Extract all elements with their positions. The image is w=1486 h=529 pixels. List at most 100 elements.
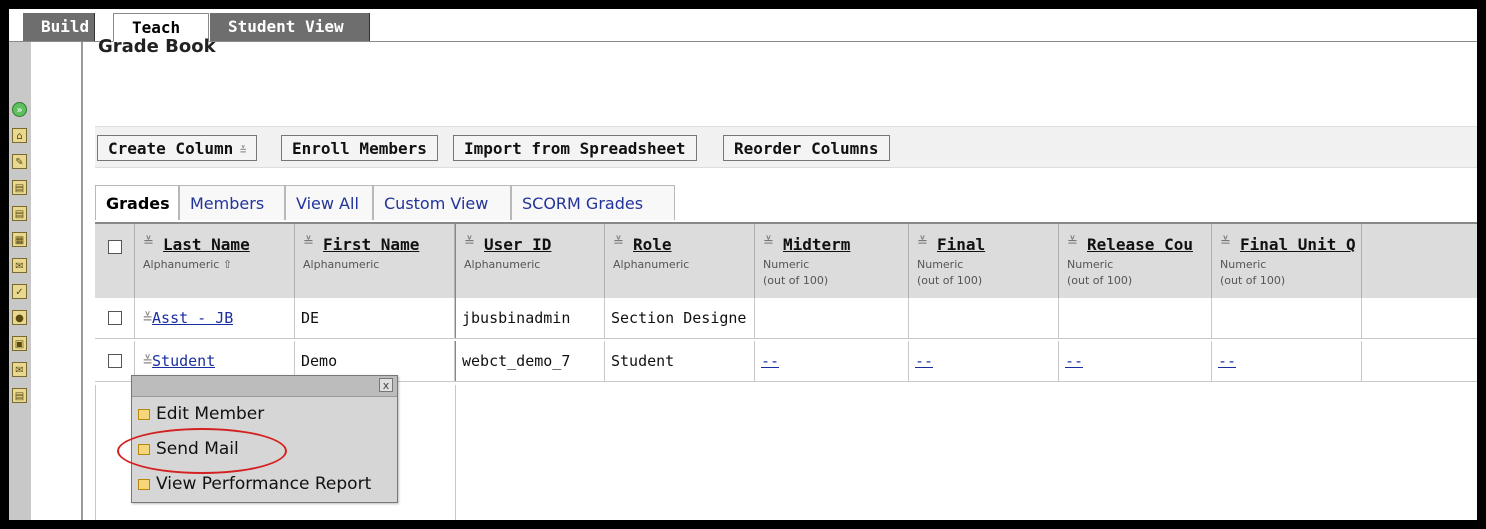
tab-bar: Build Teach Student View (9, 9, 1477, 42)
column-final-unit-quiz[interactable]: ≚ Final Unit Q Numeric (out of 100) (1212, 224, 1362, 298)
column-user-id[interactable]: ≚ User ID Alphanumeric (455, 224, 605, 298)
edit-member-icon (138, 408, 150, 420)
column-role[interactable]: ≚ Role Alphanumeric (605, 224, 755, 298)
column-type: Numeric (1220, 258, 1267, 271)
select-all-checkbox[interactable] (108, 240, 122, 254)
tab-scorm-grades[interactable]: SCORM Grades (511, 185, 675, 220)
column-max: (out of 100) (1067, 274, 1133, 287)
cell-midterm[interactable]: -- (755, 341, 909, 381)
column-first-name[interactable]: ≚ First Name Alphanumeric (295, 224, 455, 298)
highlight-circle (117, 428, 287, 474)
cell-final-unit-quiz[interactable] (1212, 298, 1362, 338)
calendar-icon[interactable]: ▦ (12, 232, 27, 247)
window-frame: Build Teach Student View » ⌂ ✎ ▤ ▤ ▦ ✉ ✓… (0, 0, 1486, 529)
sort-icon[interactable]: ≚ (143, 235, 154, 250)
gradebook-toolbar: Create Column ≚ Enroll Members Import fr… (95, 126, 1477, 168)
menu-item-view-performance-report[interactable]: View Performance Report (138, 473, 371, 495)
column-release-count[interactable]: ≚ Release Cou Numeric (out of 100) (1059, 224, 1212, 298)
pencil-icon[interactable]: ✎ (12, 154, 27, 169)
left-toolbar: » ⌂ ✎ ▤ ▤ ▦ ✉ ✓ ● ▣ ✉ ▤ (9, 42, 32, 520)
member-link[interactable]: Student (152, 352, 215, 370)
sort-icon[interactable]: ≚ (464, 235, 475, 250)
create-column-label: Create Column (108, 139, 234, 158)
tab-student-view[interactable]: Student View (210, 13, 370, 41)
column-title[interactable]: Midterm (783, 235, 850, 254)
column-title[interactable]: Final Unit Q (1240, 235, 1356, 254)
column-max: (out of 100) (1220, 274, 1286, 287)
cell-final-unit-quiz[interactable]: -- (1212, 341, 1362, 381)
tab-custom-view[interactable]: Custom View (373, 185, 511, 220)
grade-link[interactable]: -- (1065, 352, 1083, 370)
grade-link[interactable]: -- (761, 352, 779, 370)
column-midterm[interactable]: ≚ Midterm Numeric (out of 100) (755, 224, 909, 298)
column-final[interactable]: ≚ Final Numeric (out of 100) (909, 224, 1059, 298)
sort-icon[interactable]: ≚ (303, 235, 314, 250)
column-title[interactable]: Last Name (163, 235, 250, 254)
column-type: Numeric (917, 258, 964, 271)
cell-role: Section Designe (605, 298, 755, 338)
column-max: (out of 100) (917, 274, 983, 287)
sort-icon[interactable]: ≚ (613, 235, 624, 250)
column-title[interactable]: User ID (484, 235, 551, 254)
column-type: Alphanumeric (303, 258, 380, 271)
member-link[interactable]: Asst - JB (152, 309, 233, 327)
sort-icon[interactable]: ≚ (1067, 235, 1078, 250)
tab-build[interactable]: Build (23, 13, 95, 41)
menu-header: x (132, 376, 397, 397)
column-title[interactable]: Release Cou (1087, 235, 1193, 254)
column-type: Alphanumeric (464, 258, 541, 271)
cell-release-count[interactable] (1059, 298, 1212, 338)
cell-midterm[interactable] (755, 298, 909, 338)
home-icon[interactable]: ⌂ (12, 128, 27, 143)
cell-final[interactable] (909, 298, 1059, 338)
column-type: Numeric (1067, 258, 1114, 271)
grade-link[interactable]: -- (1218, 352, 1236, 370)
cell-last-name: ≚Asst - JB (135, 298, 295, 338)
column-last-name[interactable]: ≚ Last Name Alphanumeric ⇧ (135, 224, 295, 298)
cell-role: Student (605, 341, 755, 381)
row-checkbox[interactable] (108, 311, 122, 325)
row-menu-icon[interactable]: ≚Student (143, 352, 215, 370)
tab-members[interactable]: Members (179, 185, 285, 220)
pin-icon[interactable]: ✓ (12, 284, 27, 299)
tab-grades[interactable]: Grades (95, 185, 179, 220)
column-type: Alphanumeric ⇧ (143, 258, 233, 271)
row-checkbox[interactable] (108, 354, 122, 368)
clipboard-icon[interactable]: ▣ (12, 336, 27, 351)
row-menu-icon[interactable]: ≚Asst - JB (143, 309, 233, 327)
document-icon[interactable]: ▤ (12, 180, 27, 195)
import-from-spreadsheet-button[interactable]: Import from Spreadsheet (453, 135, 697, 161)
document-icon[interactable]: ▤ (12, 388, 27, 403)
cell-release-count[interactable]: -- (1059, 341, 1212, 381)
sort-icon[interactable]: ≚ (1220, 235, 1231, 250)
column-title[interactable]: Final (937, 235, 985, 254)
grade-link[interactable]: -- (915, 352, 933, 370)
column-type: Numeric (763, 258, 810, 271)
cell-final[interactable]: -- (909, 341, 1059, 381)
divider (81, 42, 83, 520)
menu-item-edit-member[interactable]: Edit Member (138, 403, 264, 425)
enroll-members-button[interactable]: Enroll Members (281, 135, 438, 161)
column-type: Alphanumeric (613, 258, 690, 271)
sort-icon[interactable]: ≚ (917, 235, 928, 250)
close-icon[interactable]: x (379, 378, 393, 392)
create-column-button[interactable]: Create Column ≚ (97, 135, 258, 161)
column-title[interactable]: Role (633, 235, 672, 254)
column-title[interactable]: First Name (323, 235, 419, 254)
expand-icon[interactable]: » (12, 102, 27, 117)
cell-user-id: jbusbinadmin (455, 298, 605, 338)
reorder-columns-button[interactable]: Reorder Columns (723, 135, 890, 161)
table-row: ≚Asst - JB DE jbusbinadmin Section Desig… (95, 298, 1477, 339)
document-icon[interactable]: ▤ (12, 206, 27, 221)
mail-icon[interactable]: ✉ (12, 362, 27, 377)
sort-ascending-icon: ⇧ (222, 258, 233, 271)
page-title: Grade Book (98, 36, 216, 57)
dropdown-icon: ≚ (233, 144, 247, 157)
chat-icon[interactable]: ✉ (12, 258, 27, 273)
column-max: (out of 100) (763, 274, 829, 287)
tab-view-all[interactable]: View All (285, 185, 373, 220)
sort-icon[interactable]: ≚ (763, 235, 774, 250)
row-select-cell (95, 341, 135, 381)
select-all-cell (95, 224, 135, 298)
apple-icon[interactable]: ● (12, 310, 27, 325)
